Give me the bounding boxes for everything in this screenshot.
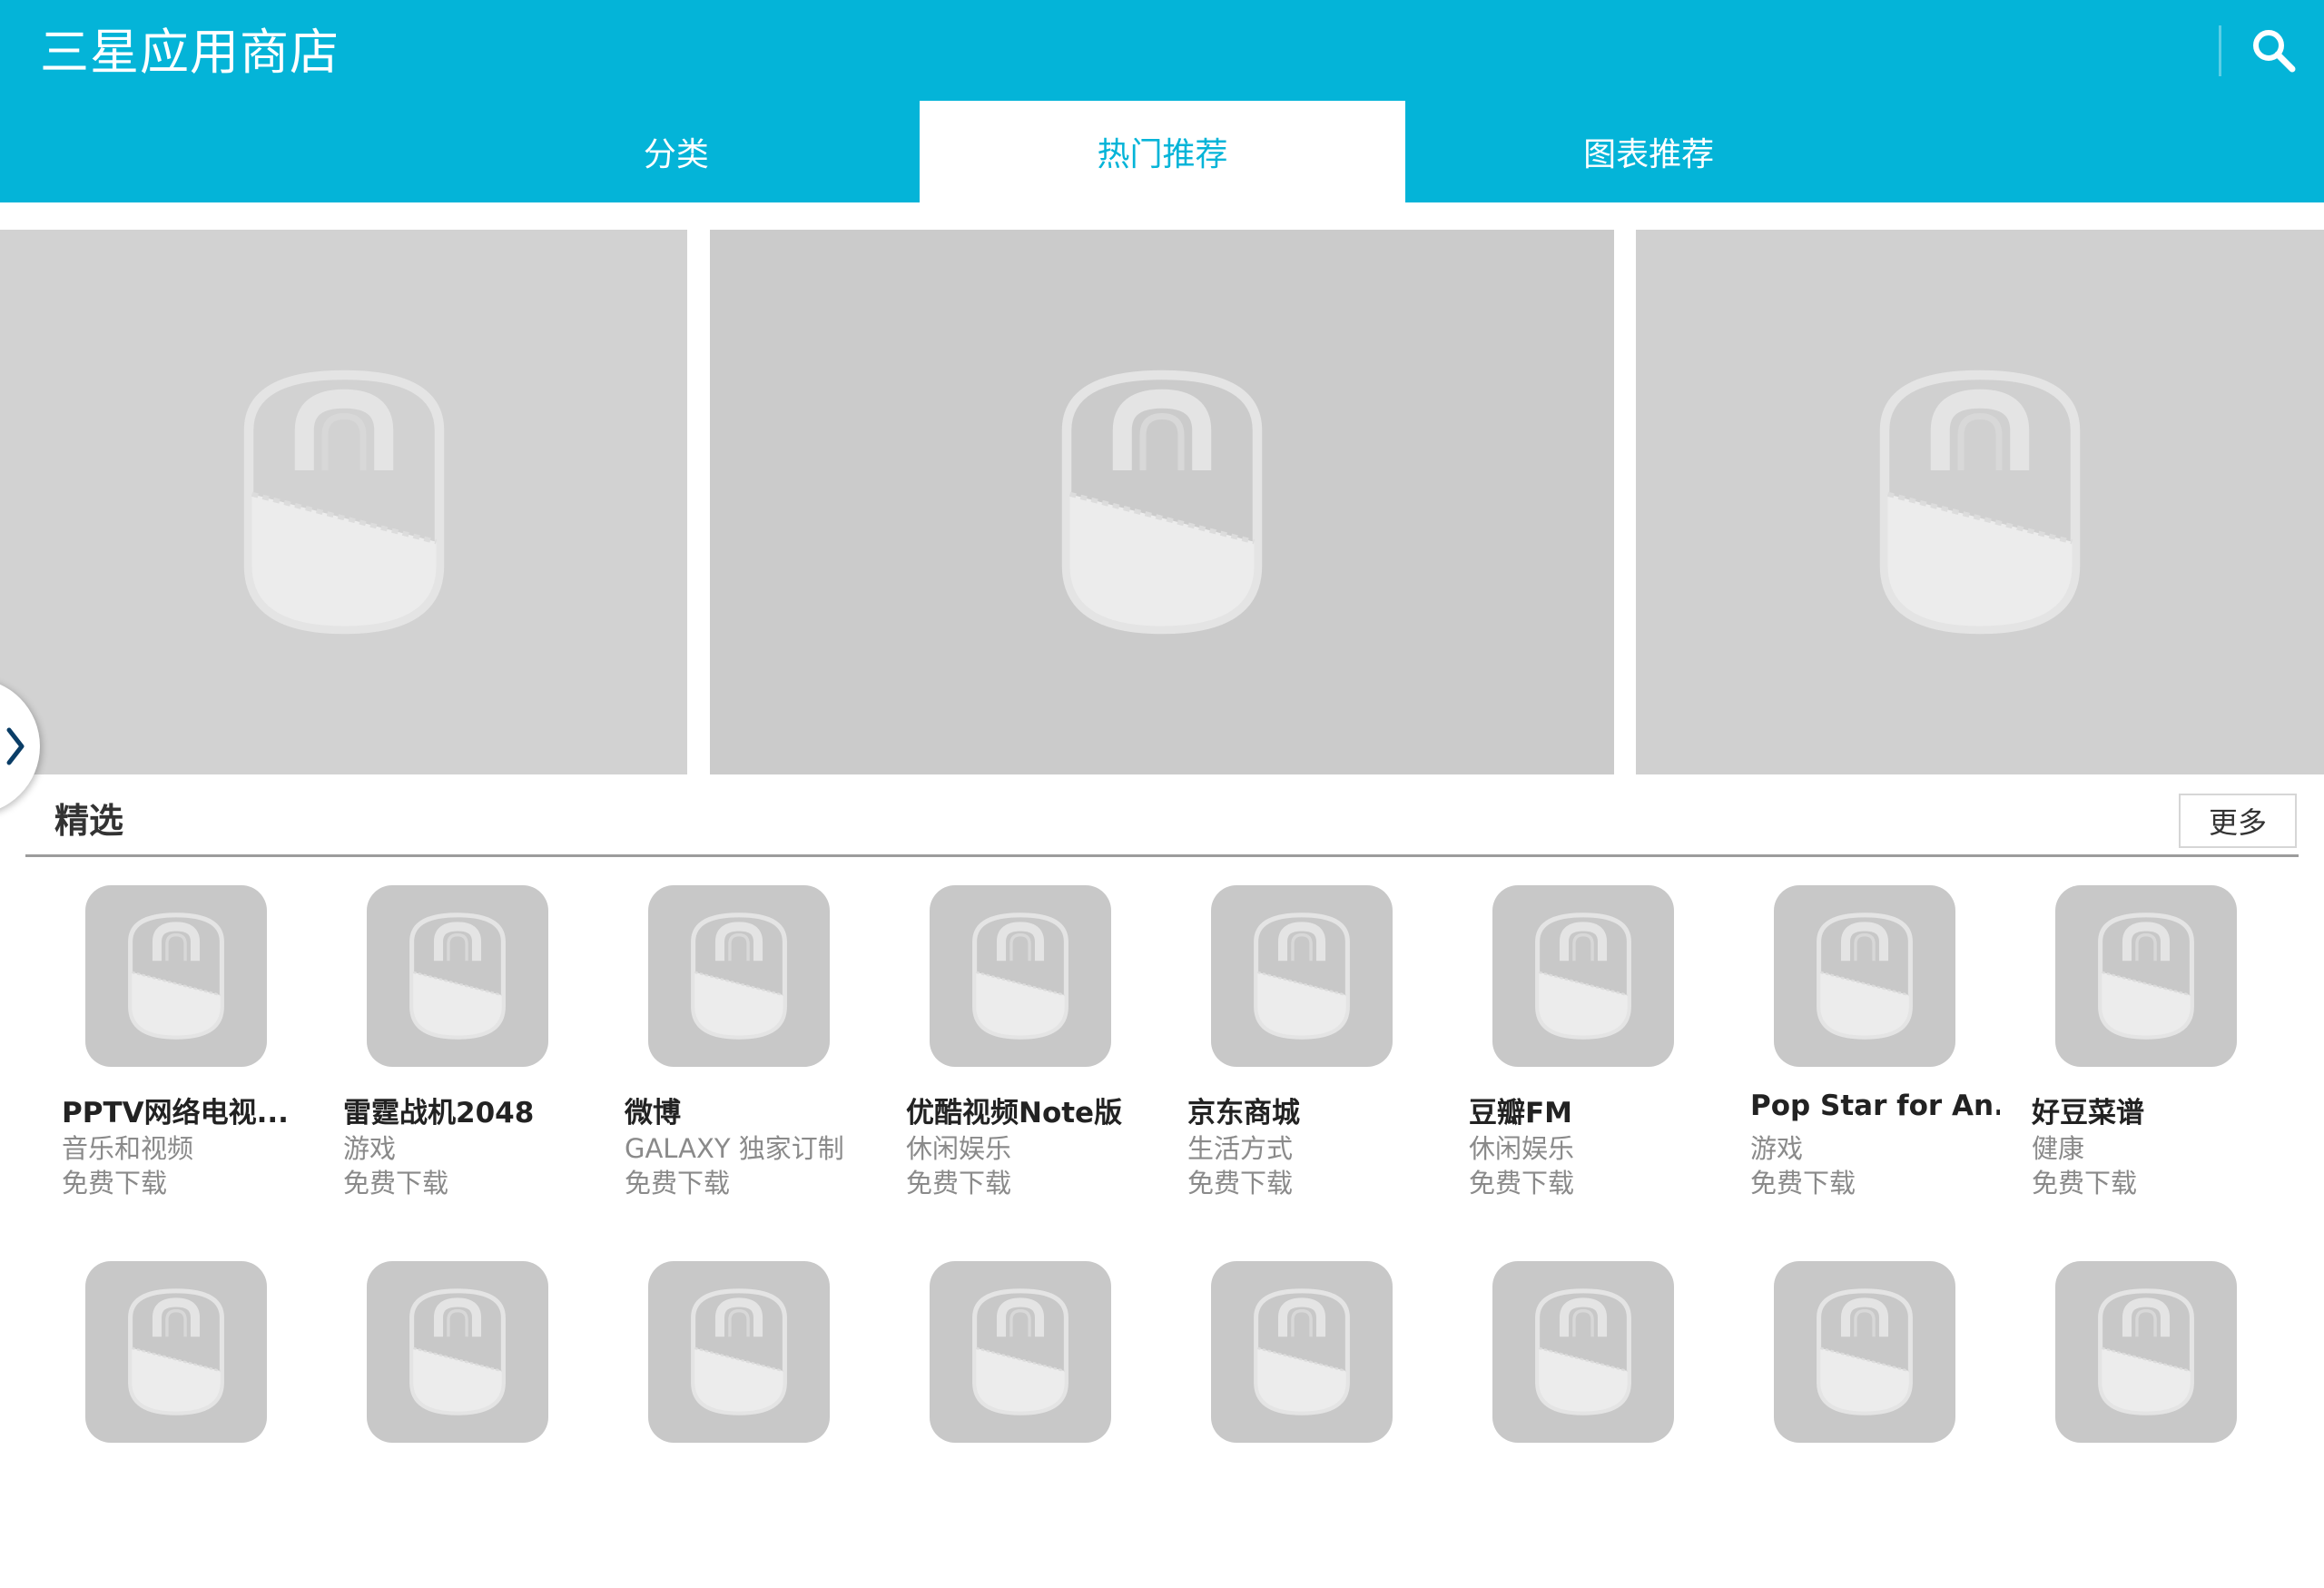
section-title-featured: 精选 (54, 801, 124, 841)
more-button[interactable]: 更多 (2179, 794, 2297, 848)
app-category: 休闲娱乐 (1469, 1133, 1575, 1164)
app-card[interactable]: PPTV网络电视... 音乐和视频 免费下载 (62, 885, 334, 1212)
app-name: PPTV网络电视... (62, 1097, 289, 1129)
section-divider (25, 854, 2299, 857)
app-price: 免费下载 (62, 1168, 168, 1198)
app-card[interactable]: 雷霆战机2048 游戏 免费下载 (343, 885, 615, 1212)
app-icon (2055, 1261, 2237, 1443)
app-icon (367, 885, 548, 1067)
app-placeholder-icon (1254, 1288, 1350, 1415)
app-card[interactable]: 优酷视频Note版 休闲娱乐 免费下载 (906, 885, 1178, 1212)
app-price: 免费下载 (343, 1168, 449, 1198)
tab-bar: 分类 热门推荐 图表推荐 (433, 101, 1892, 202)
app-placeholder-icon (128, 1288, 224, 1415)
app-icon (1774, 885, 1955, 1067)
app-placeholder-icon (1817, 912, 1913, 1040)
banner-1[interactable] (0, 230, 687, 774)
app-name: 优酷视频Note版 (906, 1097, 1123, 1129)
search-icon (2253, 30, 2296, 73)
app-name: Pop Star for An... (1750, 1090, 2000, 1122)
app-card[interactable] (62, 1261, 334, 1588)
app-card[interactable]: 京东商城 生活方式 免费下载 (1187, 885, 1460, 1212)
app-placeholder-icon (972, 1288, 1068, 1415)
app-price: 免费下载 (1750, 1168, 1856, 1198)
app-card[interactable] (2032, 1261, 2304, 1588)
app-category: 音乐和视频 (62, 1133, 194, 1164)
app-card[interactable]: 豆瓣FM 休闲娱乐 免费下载 (1469, 885, 1741, 1212)
app-placeholder-icon (1535, 912, 1631, 1040)
app-card[interactable]: 好豆菜谱 健康 免费下载 (2032, 885, 2304, 1212)
app-icon (930, 1261, 1111, 1443)
app-category: 生活方式 (1187, 1133, 1294, 1164)
app-placeholder-icon (691, 912, 787, 1040)
app-card[interactable] (1750, 1261, 2023, 1588)
app-placeholder-icon (2098, 912, 2194, 1040)
app-icon (1211, 885, 1393, 1067)
app-card[interactable] (906, 1261, 1178, 1588)
app-title: 三星应用商店 (40, 24, 340, 81)
app-price: 免费下载 (1187, 1168, 1294, 1198)
tab-categories[interactable]: 分类 (433, 101, 920, 202)
app-icon (85, 885, 267, 1067)
app-category: GALAXY 独家订制 (625, 1133, 844, 1164)
app-category: 休闲娱乐 (906, 1133, 1012, 1164)
shopping-bag-placeholder-icon (1879, 370, 2081, 635)
app-placeholder-icon (1254, 912, 1350, 1040)
chevron-right-icon (6, 727, 25, 765)
app-price: 免费下载 (625, 1168, 731, 1198)
app-card[interactable]: Pop Star for An... 游戏 免费下载 (1750, 885, 2023, 1212)
app-placeholder-icon (128, 912, 224, 1040)
app-name: 好豆菜谱 (2032, 1097, 2144, 1129)
app-card[interactable] (625, 1261, 897, 1588)
tab-hot-recommend[interactable]: 热门推荐 (919, 101, 1406, 202)
app-card[interactable] (1187, 1261, 1460, 1588)
search-button[interactable] (2233, 15, 2315, 87)
app-card[interactable] (343, 1261, 615, 1588)
app-name: 豆瓣FM (1469, 1097, 1573, 1129)
app-icon (1211, 1261, 1393, 1443)
app-name: 雷霆战机2048 (343, 1097, 535, 1129)
app-card[interactable]: 微博 GALAXY 独家订制 免费下载 (625, 885, 897, 1212)
app-icon (2055, 885, 2237, 1067)
app-icon (1774, 1261, 1955, 1443)
app-icon (1492, 885, 1674, 1067)
app-icon (648, 885, 830, 1067)
shopping-bag-placeholder-icon (1061, 370, 1263, 635)
app-category: 健康 (2032, 1133, 2085, 1164)
app-price: 免费下载 (1469, 1168, 1575, 1198)
top-app-bar: 三星应用商店 分类 热门推荐 图表推荐 (0, 0, 2324, 202)
app-placeholder-icon (409, 912, 506, 1040)
app-icon (648, 1261, 830, 1443)
app-category: 游戏 (1750, 1133, 1804, 1164)
app-placeholder-icon (1535, 1288, 1631, 1415)
tab-chart-recommend[interactable]: 图表推荐 (1405, 101, 1892, 202)
app-name: 京东商城 (1187, 1097, 1300, 1129)
app-price: 免费下载 (2032, 1168, 2138, 1198)
toolbar-divider (2219, 25, 2221, 76)
app-icon (930, 885, 1111, 1067)
banner-2[interactable] (710, 230, 1614, 774)
app-card[interactable] (1469, 1261, 1741, 1588)
app-icon (85, 1261, 267, 1443)
app-category: 游戏 (343, 1133, 397, 1164)
shopping-bag-placeholder-icon (243, 370, 444, 635)
app-placeholder-icon (972, 912, 1068, 1040)
app-name: 微博 (625, 1097, 681, 1129)
app-icon (367, 1261, 548, 1443)
app-placeholder-icon (409, 1288, 506, 1415)
app-placeholder-icon (691, 1288, 787, 1415)
banner-3[interactable] (1636, 230, 2324, 774)
app-icon (1492, 1261, 1674, 1443)
app-price: 免费下载 (906, 1168, 1012, 1198)
app-placeholder-icon (2098, 1288, 2194, 1415)
app-placeholder-icon (1817, 1288, 1913, 1415)
